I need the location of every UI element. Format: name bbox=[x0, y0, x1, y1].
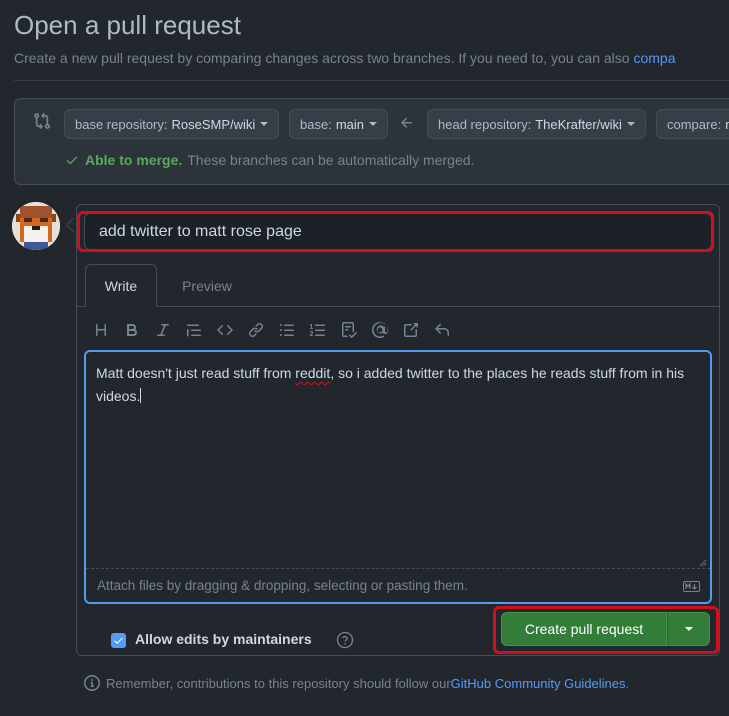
allow-edits-label[interactable]: Allow edits by maintainers bbox=[135, 631, 312, 647]
link-icon[interactable] bbox=[245, 318, 266, 342]
misspelled-word: reddit bbox=[295, 365, 331, 381]
head-repository-value: TheKrafter/wiki bbox=[535, 116, 622, 132]
base-branch-value: main bbox=[335, 116, 364, 132]
chevron-down-icon bbox=[260, 122, 269, 126]
base-branch-select[interactable]: base: main bbox=[289, 109, 388, 139]
ordered-list-icon[interactable] bbox=[307, 318, 328, 342]
pr-body-text[interactable]: Matt doesn't just read stuff from reddit… bbox=[96, 362, 701, 408]
check-icon bbox=[114, 637, 123, 644]
page-subtitle: Create a new pull request by comparing c… bbox=[14, 50, 676, 66]
chevron-down-icon bbox=[684, 627, 693, 631]
avatar[interactable] bbox=[12, 202, 60, 250]
markdown-toolbar bbox=[90, 318, 452, 342]
attach-files-bar[interactable]: Attach files by dragging & dropping, sel… bbox=[86, 568, 710, 602]
resize-grip-icon[interactable] bbox=[699, 559, 707, 567]
text-cursor bbox=[140, 388, 142, 403]
question-icon[interactable] bbox=[336, 631, 354, 649]
note-text: Remember, contributions to this reposito… bbox=[106, 675, 451, 691]
info-icon bbox=[84, 675, 100, 691]
merge-status-bold: Able to merge. bbox=[85, 152, 183, 168]
check-icon bbox=[66, 156, 78, 165]
chevron-down-icon bbox=[626, 122, 635, 126]
create-options-dropdown[interactable] bbox=[667, 612, 710, 646]
base-repository-label: base repository: bbox=[75, 116, 168, 132]
create-pull-request-button[interactable]: Create pull request bbox=[501, 612, 667, 646]
base-repository-value: RoseSMP/wiki bbox=[171, 116, 256, 132]
body-text-part: Matt doesn't just read stuff from bbox=[96, 365, 296, 381]
community-guidelines-link[interactable]: GitHub Community Guidelines bbox=[451, 676, 626, 691]
tab-preview[interactable]: Preview bbox=[168, 264, 246, 307]
branch-range-editor: base repository: RoseSMP/wiki base: main… bbox=[14, 98, 729, 185]
mention-icon[interactable] bbox=[369, 318, 390, 342]
git-compare-icon bbox=[34, 112, 50, 130]
compare-branch-label: compare: bbox=[667, 116, 722, 132]
chevron-down-icon bbox=[369, 122, 377, 126]
quote-icon[interactable] bbox=[183, 318, 204, 342]
allow-edits-checkbox[interactable] bbox=[111, 633, 126, 648]
task-list-icon[interactable] bbox=[338, 318, 359, 342]
compare-across-forks-link[interactable]: compa bbox=[633, 50, 675, 66]
base-repository-select[interactable]: base repository: RoseSMP/wiki bbox=[64, 109, 280, 139]
bold-icon[interactable] bbox=[121, 318, 142, 342]
markdown-icon[interactable] bbox=[683, 581, 700, 592]
heading-icon[interactable] bbox=[90, 318, 111, 342]
reply-icon[interactable] bbox=[431, 318, 452, 342]
merge-status-text: These branches can be automatically merg… bbox=[187, 152, 475, 168]
page-title: Open a pull request bbox=[14, 10, 241, 40]
tab-write[interactable]: Write bbox=[85, 264, 157, 307]
italic-icon[interactable] bbox=[152, 318, 173, 342]
unordered-list-icon[interactable] bbox=[276, 318, 297, 342]
compare-branch-value: m bbox=[725, 117, 729, 132]
contribution-guidelines-note: Remember, contributions to this reposito… bbox=[84, 675, 629, 691]
head-repository-select[interactable]: head repository: TheKrafter/wiki bbox=[427, 109, 646, 139]
merge-status: Able to merge. These branches can be aut… bbox=[65, 152, 474, 168]
note-end: . bbox=[625, 675, 630, 691]
head-repository-label: head repository: bbox=[438, 116, 532, 132]
compare-branch-select[interactable]: compare: m bbox=[656, 109, 729, 139]
pr-body-textarea[interactable]: Matt doesn't just read stuff from reddit… bbox=[84, 350, 712, 604]
code-icon[interactable] bbox=[214, 318, 235, 342]
subtitle-text: Create a new pull request by comparing c… bbox=[14, 50, 634, 66]
arrow-left-icon bbox=[401, 117, 412, 128]
attach-files-text: Attach files by dragging & dropping, sel… bbox=[97, 578, 468, 593]
reference-icon[interactable] bbox=[400, 318, 421, 342]
pr-title-input[interactable]: add twitter to matt rose page bbox=[84, 213, 712, 250]
base-branch-label: base: bbox=[300, 116, 332, 132]
header-divider bbox=[14, 80, 729, 81]
